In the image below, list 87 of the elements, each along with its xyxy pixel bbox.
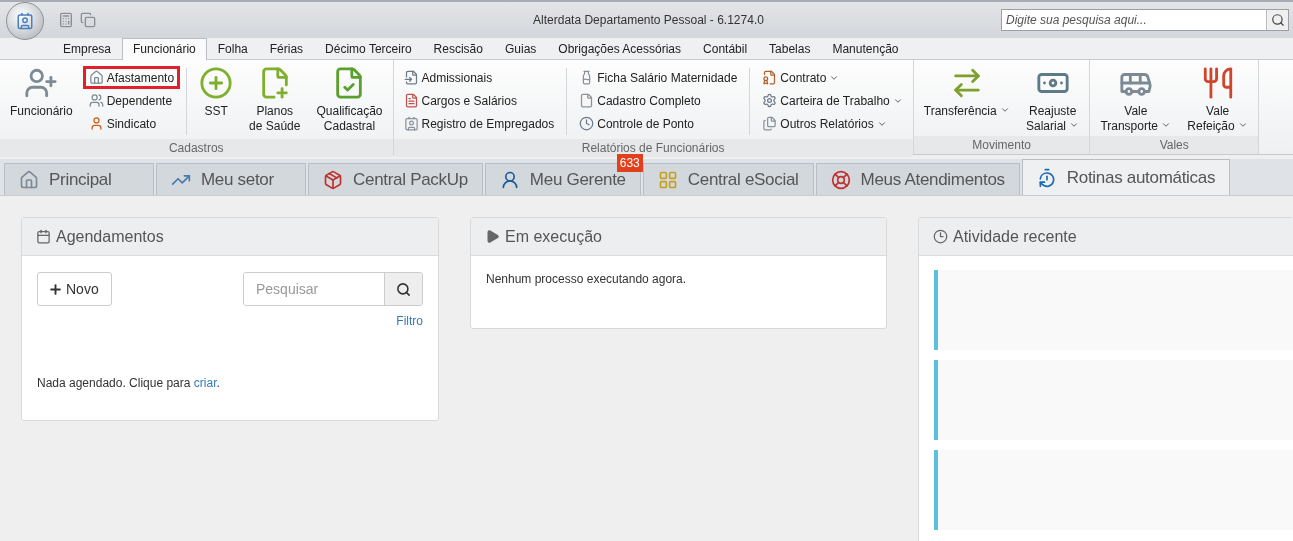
user-plus-icon — [24, 66, 59, 100]
house-icon — [19, 169, 39, 190]
status-message: Nenhum processo executando agora. — [486, 272, 688, 288]
search-box[interactable]: Pesquisar — [243, 272, 423, 306]
ribbon-item[interactable]: Outros Relatórios — [756, 112, 909, 135]
ribbon-item[interactable]: Cargos e Salários — [397, 89, 561, 112]
ribbon-button[interactable]: Funcionário — [4, 64, 79, 139]
ribbon-button[interactable]: Planos de Saúde — [243, 64, 307, 139]
person-icon — [499, 169, 520, 190]
caret-icon — [1238, 120, 1249, 130]
ribbon-item[interactable]: Carteira de Trabalho — [756, 89, 909, 112]
ribbon-button[interactable]: Vale Transporte — [1094, 64, 1178, 136]
menu-tab[interactable]: Férias — [258, 38, 315, 60]
menu-tab[interactable]: Folha — [206, 38, 259, 60]
search-icon — [396, 281, 411, 297]
document-tab[interactable]: Central eSocial — [642, 163, 814, 195]
document-icon — [403, 93, 419, 108]
search-button[interactable] — [384, 273, 422, 305]
ribbon-button[interactable]: Qualificação Cadastral — [310, 64, 389, 139]
app-menu-button[interactable] — [6, 2, 44, 40]
menu-tab[interactable]: Tabelas — [758, 38, 822, 60]
package-icon — [323, 169, 343, 190]
person-icon — [88, 116, 104, 131]
document-tab[interactable]: Rotinas automáticas — [1021, 159, 1231, 195]
house-icon — [88, 70, 104, 85]
calendar-icon — [36, 229, 51, 244]
file-icon — [579, 93, 595, 108]
new-button[interactable]: Novo — [37, 272, 112, 306]
clock-icon — [933, 229, 948, 244]
ribbon-item[interactable]: Controle de Ponto — [573, 112, 744, 135]
group-title: Vales — [1090, 136, 1259, 154]
play-icon — [485, 229, 500, 244]
file-badge-icon — [762, 70, 778, 85]
ribbon-item[interactable]: Dependente — [82, 89, 181, 112]
calculator-icon[interactable] — [58, 12, 74, 28]
grid-icon — [657, 169, 678, 190]
document-tab[interactable]: Meu setor — [156, 163, 306, 195]
gear-icon — [762, 93, 778, 108]
ribbon-item[interactable]: Afastamento — [82, 66, 181, 89]
menu-tab[interactable]: Décimo Terceiro — [314, 38, 423, 60]
copy-icon[interactable] — [80, 12, 96, 28]
files-icon — [762, 116, 778, 131]
menu-tab[interactable]: Contábil — [692, 38, 759, 60]
menu-tab[interactable]: Rescisão — [422, 38, 494, 60]
menu-tab[interactable]: Obrigações Acessórias — [547, 38, 693, 60]
panel-title: Agendamentos — [56, 227, 164, 246]
caret-icon — [1161, 120, 1172, 130]
ribbon-button[interactable]: SST — [193, 64, 240, 139]
ribbon-button[interactable]: Transferência — [917, 64, 1016, 136]
search-box[interactable]: Digite sua pesquisa aqui... — [1001, 9, 1289, 31]
menu-tab[interactable]: Funcionário — [122, 38, 207, 60]
plus-circle-icon — [199, 66, 234, 100]
ribbon-item[interactable]: Cadastro Completo — [573, 89, 744, 112]
ribbon-item[interactable]: Registro de Empregados — [397, 112, 561, 135]
group-title: Movimento — [913, 136, 1090, 154]
empty-message: Nada agendado. Clique para criar. — [37, 376, 221, 390]
panel-title: Atividade recente — [953, 227, 1077, 246]
panel-title: Em execução — [505, 227, 602, 246]
lifebuoy-icon — [830, 169, 851, 190]
caret-icon — [1069, 120, 1080, 130]
ribbon-button[interactable]: Vale Refeição — [1181, 64, 1255, 136]
document-tab[interactable]: Principal — [4, 163, 154, 195]
menu-tab[interactable]: Guias — [493, 38, 548, 60]
document-tab[interactable]: Meus Atendimentos — [815, 163, 1020, 195]
group-title: Relatórios de Funcionários — [393, 139, 913, 157]
caret-icon — [1000, 105, 1010, 115]
filter-link[interactable]: Filtro — [396, 314, 423, 328]
people-icon — [88, 93, 104, 108]
search-icon — [1270, 13, 1285, 27]
menu-tab[interactable]: Empresa — [52, 38, 123, 60]
ribbon-button[interactable]: Reajuste Salarial — [1020, 64, 1086, 136]
contact-card-icon — [16, 12, 34, 30]
ribbon-item[interactable]: Sindicato — [82, 112, 181, 135]
create-link[interactable]: criar — [193, 376, 217, 390]
count-badge: 633 — [616, 154, 643, 172]
document-tab[interactable]: Central PackUp — [308, 163, 483, 195]
file-input-icon — [403, 70, 419, 85]
contact-card-icon — [403, 116, 419, 131]
ribbon-item[interactable]: Contrato — [756, 66, 909, 89]
window-title: Alterdata Departamento Pessoal - 6.1274.0 — [533, 13, 764, 27]
ribbon-item[interactable]: Admissionais — [397, 66, 561, 89]
menu-tab[interactable]: Manutenção — [821, 38, 910, 60]
plus-icon — [48, 281, 63, 297]
ribbon-item[interactable]: Ficha Salário Maternidade — [573, 66, 744, 89]
group-title: Cadastros — [0, 139, 393, 157]
search-button[interactable] — [1266, 10, 1288, 30]
clock-icon — [579, 116, 595, 131]
